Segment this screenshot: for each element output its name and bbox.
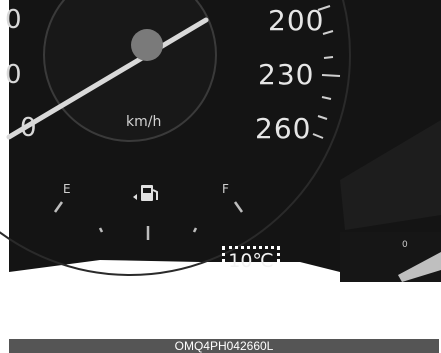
outside-temperature: 10℃: [228, 250, 274, 272]
speed-label-260: 260: [255, 112, 312, 145]
instrument-cluster-graphic: [0, 0, 441, 282]
speed-unit-label: km/h: [126, 114, 162, 130]
cluster-illustration: 200 230 260 0 0 0 km/h E F 10℃ 0 OMQ4PH0…: [0, 0, 441, 353]
needle-hub: [131, 29, 163, 61]
speed-label-partial-top: 0: [5, 5, 22, 35]
speed-label-partial-bottom: 0: [20, 113, 37, 143]
fuel-empty-label: E: [63, 182, 71, 196]
speed-label-partial-middle: 0: [5, 60, 22, 90]
outside-temperature-highlight: 10℃: [222, 246, 280, 276]
speed-label-200: 200: [268, 4, 325, 37]
right-gauge-label: 0: [402, 240, 408, 250]
figure-code-caption: OMQ4PH042660L: [9, 339, 439, 353]
speed-label-230: 230: [258, 58, 315, 91]
fuel-full-label: F: [222, 182, 229, 196]
